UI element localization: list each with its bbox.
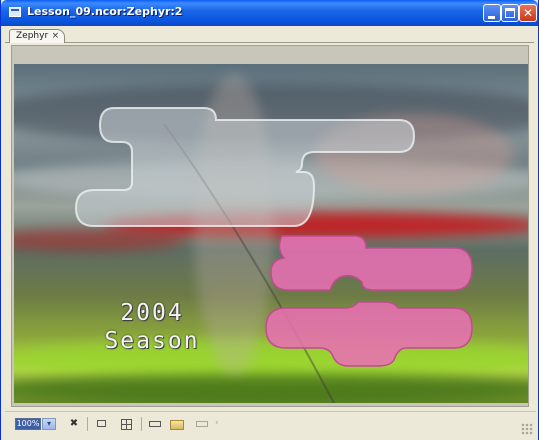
tab-label: Zephyr	[16, 31, 49, 41]
widescreen-icon[interactable]	[148, 417, 162, 431]
grid-icon[interactable]	[121, 419, 132, 430]
frame-icon[interactable]	[95, 417, 109, 431]
season-year: 2004	[120, 300, 184, 326]
tab-close-icon[interactable]: ×	[52, 30, 60, 42]
pink-pill-shape-bottom	[265, 301, 473, 367]
app-icon	[9, 7, 21, 17]
scroll-left-arrow-icon[interactable]: ‹	[215, 418, 219, 428]
disabled-frame-icon	[195, 417, 209, 431]
composition-canvas[interactable]: 2004 Season	[14, 64, 528, 403]
window-title: Lesson_09.ncor:Zephyr:2	[27, 5, 183, 18]
app-window: Lesson_09.ncor:Zephyr:2 ✕ Zephyr × 2004 …	[0, 0, 539, 440]
folder-icon[interactable]	[170, 420, 184, 430]
maximize-button[interactable]	[501, 4, 519, 22]
separator	[87, 417, 88, 431]
zoom-dropdown-button[interactable]: ▾	[42, 418, 56, 430]
gray-pill-shape	[74, 107, 416, 227]
season-title: 2004 Season	[87, 299, 217, 355]
title-bar[interactable]: Lesson_09.ncor:Zephyr:2 ✕	[1, 0, 538, 26]
minimize-button[interactable]	[483, 4, 501, 22]
resize-grip-icon[interactable]	[521, 423, 533, 435]
tab-zephyr[interactable]: Zephyr ×	[9, 29, 66, 43]
pink-pill-shape-top	[270, 235, 473, 291]
status-bar: 100% ▾ ✖ ‹	[5, 411, 536, 438]
zoom-field[interactable]: 100%	[15, 418, 41, 430]
season-word: Season	[104, 328, 200, 354]
separator	[141, 417, 142, 431]
tab-strip: Zephyr ×	[5, 29, 534, 43]
close-x-icon[interactable]: ✖	[67, 417, 81, 431]
close-button[interactable]: ✕	[519, 4, 537, 22]
